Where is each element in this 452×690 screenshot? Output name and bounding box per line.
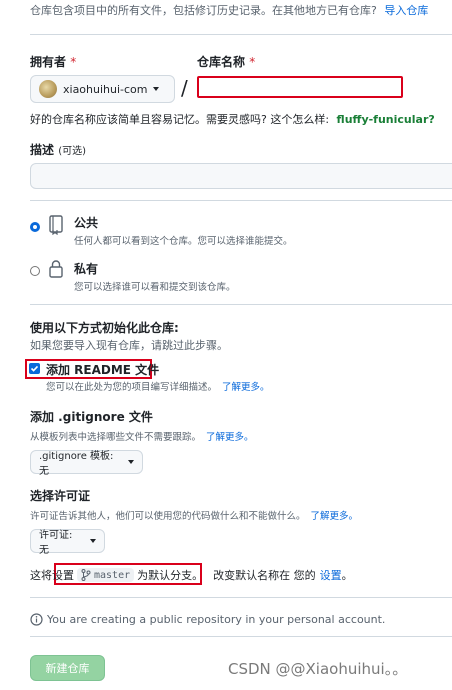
gitignore-desc: 从模板列表中选择哪些文件不需要跟踪。 了解更多。 <box>30 429 254 443</box>
required-asterisk: * <box>70 55 77 69</box>
branch-name-pill: master <box>77 568 135 582</box>
owner-label: 拥有者 * <box>30 53 76 70</box>
readme-learn-more-link[interactable]: 了解更多。 <box>222 382 270 393</box>
description-label-text: 描述 <box>30 143 55 157</box>
branch-suffix: 为默认分支。 <box>137 569 204 582</box>
public-repo-notice-text: You are creating a public repository in … <box>47 613 386 626</box>
owner-select[interactable]: xiaohuihui-com <box>30 75 175 103</box>
repo-name-input[interactable] <box>197 76 403 98</box>
description-input[interactable] <box>30 163 452 189</box>
readme-desc-text: 您可以在此处为您的项目编写详细描述。 <box>46 382 218 393</box>
branch-name: master <box>94 569 131 581</box>
name-suggestion[interactable]: fluffy-funicular? <box>337 113 435 126</box>
required-asterisk: * <box>249 55 256 69</box>
gitignore-template-select[interactable]: .gitignore 模板: 无 <box>30 450 143 477</box>
repo-name-label: 仓库名称 * <box>197 53 255 70</box>
optional-hint: (可选) <box>58 146 87 157</box>
chevron-down-icon <box>128 460 134 464</box>
init-subtext: 如果您要导入现有仓库，请跳过此步骤。 <box>30 339 228 352</box>
branch-end: 。 <box>341 569 353 582</box>
visibility-public-radio[interactable] <box>30 222 40 232</box>
intro-text: 仓库包含项目中的所有文件，包括修订历史记录。在其他地方已有仓库? 导入仓库 <box>30 2 428 18</box>
license-desc: 许可证告诉其他人，他们可以使用您的代码做什么和不能做什么。 了解更多。 <box>30 508 358 522</box>
branch-change-text: 改变默认名称在 您的 <box>213 569 316 582</box>
visibility-private-radio[interactable] <box>30 266 40 276</box>
default-branch-line: 这将设置 master 为默认分支。 改变默认名称在 您的 设置 。 <box>30 567 353 583</box>
description-label: 描述 (可选) <box>30 141 86 158</box>
visibility-public-title: 公共 <box>74 216 99 230</box>
divider <box>30 597 452 598</box>
lock-icon <box>48 259 64 282</box>
settings-link[interactable]: 设置 <box>320 567 342 583</box>
branch-prefix: 这将设置 <box>30 569 74 582</box>
divider <box>30 200 452 201</box>
git-branch-icon <box>81 569 91 581</box>
gitignore-learn-more-link[interactable]: 了解更多。 <box>206 432 254 443</box>
owner-name: xiaohuihui-com <box>63 82 148 96</box>
readme-checkbox[interactable] <box>29 363 40 374</box>
owner-repo-separator: / <box>181 76 188 100</box>
license-desc-text: 许可证告诉其他人，他们可以使用您的代码做什么和不能做什么。 <box>30 511 306 522</box>
license-learn-more-link[interactable]: 了解更多。 <box>311 511 359 522</box>
divider <box>30 304 452 305</box>
visibility-private-desc: 您可以选择谁可以看和提交到该仓库。 <box>74 282 236 293</box>
import-repo-link[interactable]: 导入仓库 <box>384 4 428 17</box>
repo-name-hint-text: 好的仓库名称应该简单且容易记忆。需要灵感吗? 这个怎么样: <box>30 113 330 126</box>
readme-label[interactable]: 添加 README 文件 <box>46 361 159 378</box>
info-icon <box>30 613 43 626</box>
visibility-private-title: 私有 <box>74 262 99 276</box>
license-value: 许可证: 无 <box>39 530 73 556</box>
watermark: CSDN @@Xiaohuihui。。 <box>228 660 408 678</box>
init-heading: 使用以下方式初始化此仓库: <box>30 321 179 335</box>
repo-public-icon <box>48 215 64 238</box>
gitignore-desc-text: 从模板列表中选择哪些文件不需要跟踪。 <box>30 432 202 443</box>
license-label: 选择许可证 <box>30 489 91 503</box>
license-select[interactable]: 许可证: 无 <box>30 529 105 556</box>
divider <box>30 34 452 35</box>
public-repo-notice: You are creating a public repository in … <box>30 613 385 626</box>
owner-label-text: 拥有者 <box>30 55 67 69</box>
owner-avatar <box>39 80 57 98</box>
divider <box>30 636 452 637</box>
chevron-down-icon <box>90 539 96 543</box>
visibility-public-desc: 任何人都可以看到这个仓库。您可以选择谁能提交。 <box>74 236 293 247</box>
chevron-down-icon <box>152 87 159 91</box>
intro-description: 仓库包含项目中的所有文件，包括修订历史记录。在其他地方已有仓库? <box>30 4 377 17</box>
checkmark-icon <box>30 365 39 372</box>
repo-name-label-text: 仓库名称 <box>197 55 246 69</box>
gitignore-template-value: .gitignore 模板: 无 <box>39 451 114 477</box>
readme-desc: 您可以在此处为您的项目编写详细描述。 了解更多。 <box>46 379 270 393</box>
gitignore-label: 添加 .gitignore 文件 <box>30 410 153 424</box>
repo-name-hint: 好的仓库名称应该简单且容易记忆。需要灵感吗? 这个怎么样: fluffy-fun… <box>30 111 435 127</box>
create-repository-button[interactable]: 新建仓库 <box>30 655 105 681</box>
